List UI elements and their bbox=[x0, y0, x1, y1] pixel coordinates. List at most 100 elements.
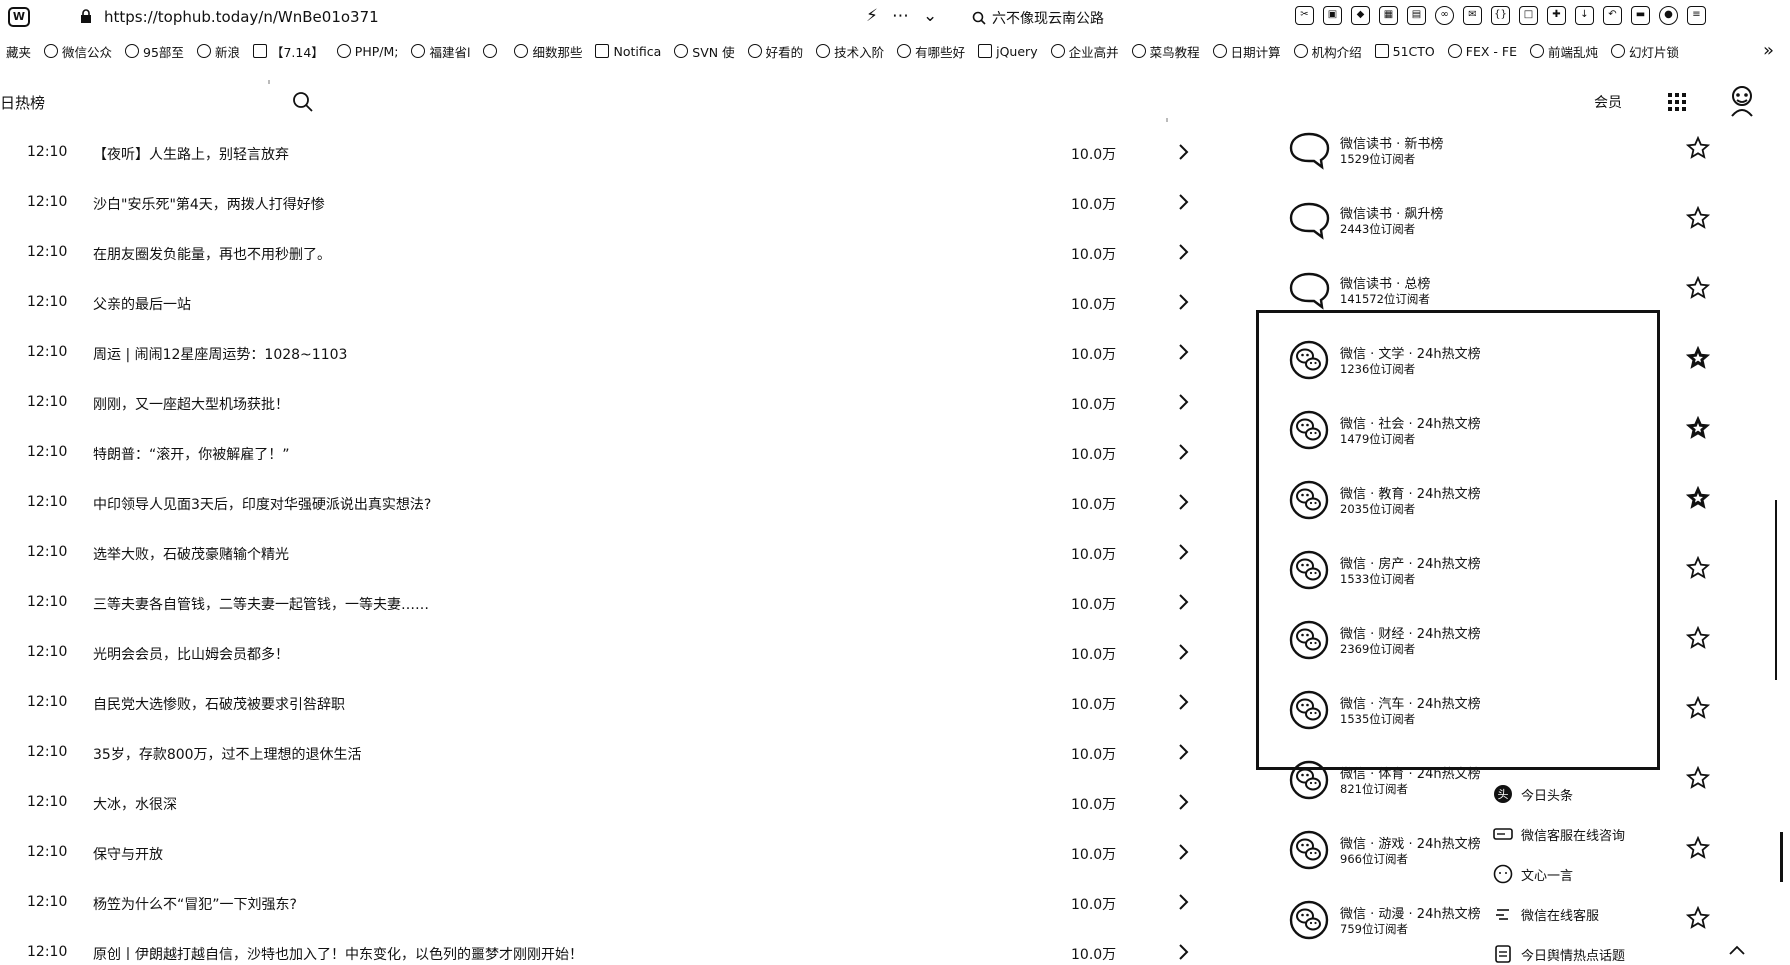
star-icon[interactable] bbox=[1686, 556, 1710, 580]
news-row[interactable]: 12:10 特朗普：“滚开，你被解雇了！” 10.0万 bbox=[0, 428, 1230, 478]
chevron-right-icon[interactable] bbox=[1177, 393, 1189, 411]
scissors-icon[interactable]: ✂ bbox=[1295, 6, 1314, 25]
news-title[interactable]: 【夜听】人生路上，别轻言放弃 bbox=[93, 144, 289, 164]
news-title[interactable]: 父亲的最后一站 bbox=[93, 294, 191, 314]
news-title[interactable]: 大冰，水很深 bbox=[93, 794, 177, 814]
news-row[interactable]: 12:10 选举大败，石破茂豪赌输个精光 10.0万 bbox=[0, 528, 1230, 578]
bookmark-item[interactable]: 95部至 bbox=[119, 38, 191, 64]
undo-icon[interactable]: ↶ bbox=[1603, 6, 1622, 25]
bookmark-item[interactable]: 技术入阶 bbox=[810, 38, 891, 64]
scrollbar[interactable] bbox=[1775, 500, 1779, 680]
news-row[interactable]: 12:10 三等夫妻各自管钱，二等夫妻一起管钱，一等夫妻…… 10.0万 bbox=[0, 578, 1230, 628]
star-icon[interactable] bbox=[1686, 696, 1710, 720]
star-icon[interactable] bbox=[1686, 276, 1710, 300]
news-row[interactable]: 12:10 周运 | 闹闹12星座周运势：1028~1103 10.0万 bbox=[0, 328, 1230, 378]
board-item[interactable]: 微信读书 · 新书榜 1529位订阅者 bbox=[1284, 126, 1724, 196]
board-name[interactable]: 微信 · 教育 · 24h热文榜 bbox=[1340, 483, 1481, 502]
bookmark-item[interactable]: 机构介绍 bbox=[1288, 38, 1369, 64]
news-title[interactable]: 选举大败，石破茂豪赌输个精光 bbox=[93, 544, 289, 564]
floating-menu-item[interactable]: 文心一言 bbox=[1490, 854, 1650, 894]
chevron-right-icon[interactable] bbox=[1177, 243, 1189, 261]
news-title[interactable]: 35岁，存款800万，过不上理想的退休生活 bbox=[93, 744, 362, 764]
floating-menu-item[interactable]: 头今日头条 bbox=[1490, 774, 1650, 814]
floating-menu-item[interactable]: 微信客服在线咨询 bbox=[1490, 814, 1650, 854]
screen-icon[interactable]: □ bbox=[1519, 6, 1538, 25]
star-icon[interactable] bbox=[1686, 486, 1710, 510]
download-icon[interactable]: ↓ bbox=[1575, 6, 1594, 25]
chevron-right-icon[interactable] bbox=[1177, 743, 1189, 761]
bookmark-item[interactable]: 前端乱炖 bbox=[1524, 38, 1605, 64]
bookmark-item[interactable]: 【7.14】 bbox=[247, 38, 331, 64]
search-suggestion[interactable]: 六不像现云南公路 bbox=[972, 8, 1104, 28]
sync-icon[interactable]: ∞ bbox=[1435, 6, 1454, 25]
floating-menu-item[interactable]: 今日舆情热点话题 bbox=[1490, 934, 1650, 965]
bookmark-item[interactable]: 福建省l bbox=[405, 38, 477, 64]
extension-icon[interactable]: ▣ bbox=[1323, 6, 1342, 25]
star-icon[interactable] bbox=[1686, 416, 1710, 440]
news-title[interactable]: 保守与开放 bbox=[93, 844, 163, 864]
image-icon[interactable]: ▤ bbox=[1407, 6, 1426, 25]
news-row[interactable]: 12:10 在朋友圈发负能量，再也不用秒删了。 10.0万 bbox=[0, 228, 1230, 278]
chevron-right-icon[interactable] bbox=[1177, 693, 1189, 711]
news-title[interactable]: 刚刚，又一座超大型机场获批！ bbox=[93, 394, 289, 414]
star-icon[interactable] bbox=[1686, 136, 1710, 160]
news-row[interactable]: 12:10 自民党大选惨败，石破茂被要求引咎辞职 10.0万 bbox=[0, 678, 1230, 728]
scroll-top-icon[interactable] bbox=[1728, 944, 1746, 956]
search-icon[interactable] bbox=[292, 91, 314, 113]
chevron-right-icon[interactable] bbox=[1177, 643, 1189, 661]
news-title[interactable]: 沙白"安乐死"第4天，两拨人打得好惨 bbox=[93, 194, 325, 214]
news-row[interactable]: 12:10 刚刚，又一座超大型机场获批！ 10.0万 bbox=[0, 378, 1230, 428]
bookmark-item[interactable]: 藏夹 bbox=[0, 38, 38, 64]
news-row[interactable]: 12:10 保守与开放 10.0万 bbox=[0, 828, 1230, 878]
chevron-right-icon[interactable] bbox=[1177, 143, 1189, 161]
lightning-icon[interactable]: ⚡ bbox=[866, 6, 878, 26]
board-name[interactable]: 微信 · 体育 · 24h热文榜 bbox=[1340, 763, 1481, 782]
chevron-right-icon[interactable] bbox=[1177, 493, 1189, 511]
board-name[interactable]: 微信读书 · 总榜 bbox=[1340, 273, 1430, 292]
news-title[interactable]: 自民党大选惨败，石破茂被要求引咎辞职 bbox=[93, 694, 345, 714]
bookmark-item[interactable]: PHP/M; bbox=[331, 38, 406, 64]
news-title[interactable]: 在朋友圈发负能量，再也不用秒删了。 bbox=[93, 244, 331, 264]
bookmark-item[interactable]: 有哪些好 bbox=[891, 38, 972, 64]
bookmark-item[interactable]: jQuery bbox=[972, 38, 1044, 64]
chevron-right-icon[interactable] bbox=[1177, 843, 1189, 861]
news-row[interactable]: 12:10 杨笠为什么不“冒犯”一下刘强东? 10.0万 bbox=[0, 878, 1230, 928]
bookmark-item[interactable]: Notifica bbox=[589, 38, 668, 64]
board-item[interactable]: 微信 · 房产 · 24h热文榜 1533位订阅者 bbox=[1284, 546, 1724, 616]
news-row[interactable]: 12:10 大冰，水很深 10.0万 bbox=[0, 778, 1230, 828]
board-name[interactable]: 微信 · 游戏 · 24h热文榜 bbox=[1340, 833, 1481, 852]
bookmark-item[interactable]: 细数那些 bbox=[508, 38, 589, 64]
wallet-icon[interactable]: ▬ bbox=[1631, 6, 1650, 25]
board-name[interactable]: 微信读书 · 新书榜 bbox=[1340, 133, 1443, 152]
bookmark-item[interactable] bbox=[477, 38, 508, 64]
board-item[interactable]: 微信读书 · 飙升榜 2443位订阅者 bbox=[1284, 196, 1724, 266]
chevron-right-icon[interactable] bbox=[1177, 443, 1189, 461]
bookmark-item[interactable]: 51CTO bbox=[1369, 38, 1442, 64]
news-row[interactable]: 12:10 沙白"安乐死"第4天，两拨人打得好惨 10.0万 bbox=[0, 178, 1230, 228]
browser-logo-icon[interactable]: W bbox=[8, 7, 30, 27]
board-name[interactable]: 微信 · 动漫 · 24h热文榜 bbox=[1340, 903, 1481, 922]
avatar[interactable] bbox=[1726, 84, 1758, 118]
news-row[interactable]: 12:10 中印领导人见面3天后，印度对华强硬派说出真实想法? 10.0万 bbox=[0, 478, 1230, 528]
star-icon[interactable] bbox=[1686, 626, 1710, 650]
news-title[interactable]: 特朗普：“滚开，你被解雇了！” bbox=[93, 444, 290, 464]
chevron-right-icon[interactable] bbox=[1177, 793, 1189, 811]
bookmark-item[interactable]: 幻灯片锁 bbox=[1605, 38, 1686, 64]
star-icon[interactable] bbox=[1686, 836, 1710, 860]
chevron-right-icon[interactable] bbox=[1177, 293, 1189, 311]
chevron-right-icon[interactable] bbox=[1177, 543, 1189, 561]
menu-icon[interactable]: ≡ bbox=[1687, 6, 1706, 25]
bookmark-item[interactable]: 新浪 bbox=[191, 38, 247, 64]
game-icon[interactable]: ◆ bbox=[1351, 6, 1370, 25]
chevron-down-icon[interactable]: ⌄ bbox=[923, 6, 937, 26]
board-name[interactable]: 微信 · 房产 · 24h热文榜 bbox=[1340, 553, 1481, 572]
apps-grid-icon[interactable] bbox=[1668, 93, 1686, 111]
address-bar[interactable]: https://tophub.today/n/WnBe01o371 bbox=[104, 8, 379, 26]
news-row[interactable]: 12:10 光明会会员，比山姆会员都多！ 10.0万 bbox=[0, 628, 1230, 678]
bookmark-item[interactable]: 日期计算 bbox=[1207, 38, 1288, 64]
chevron-right-icon[interactable] bbox=[1177, 593, 1189, 611]
news-row[interactable]: 12:10 【夜听】人生路上，别轻言放弃 10.0万 bbox=[0, 128, 1230, 178]
news-row[interactable]: 12:10 父亲的最后一站 10.0万 bbox=[0, 278, 1230, 328]
star-icon[interactable] bbox=[1686, 906, 1710, 930]
calendar-icon[interactable]: ▦ bbox=[1379, 6, 1398, 25]
